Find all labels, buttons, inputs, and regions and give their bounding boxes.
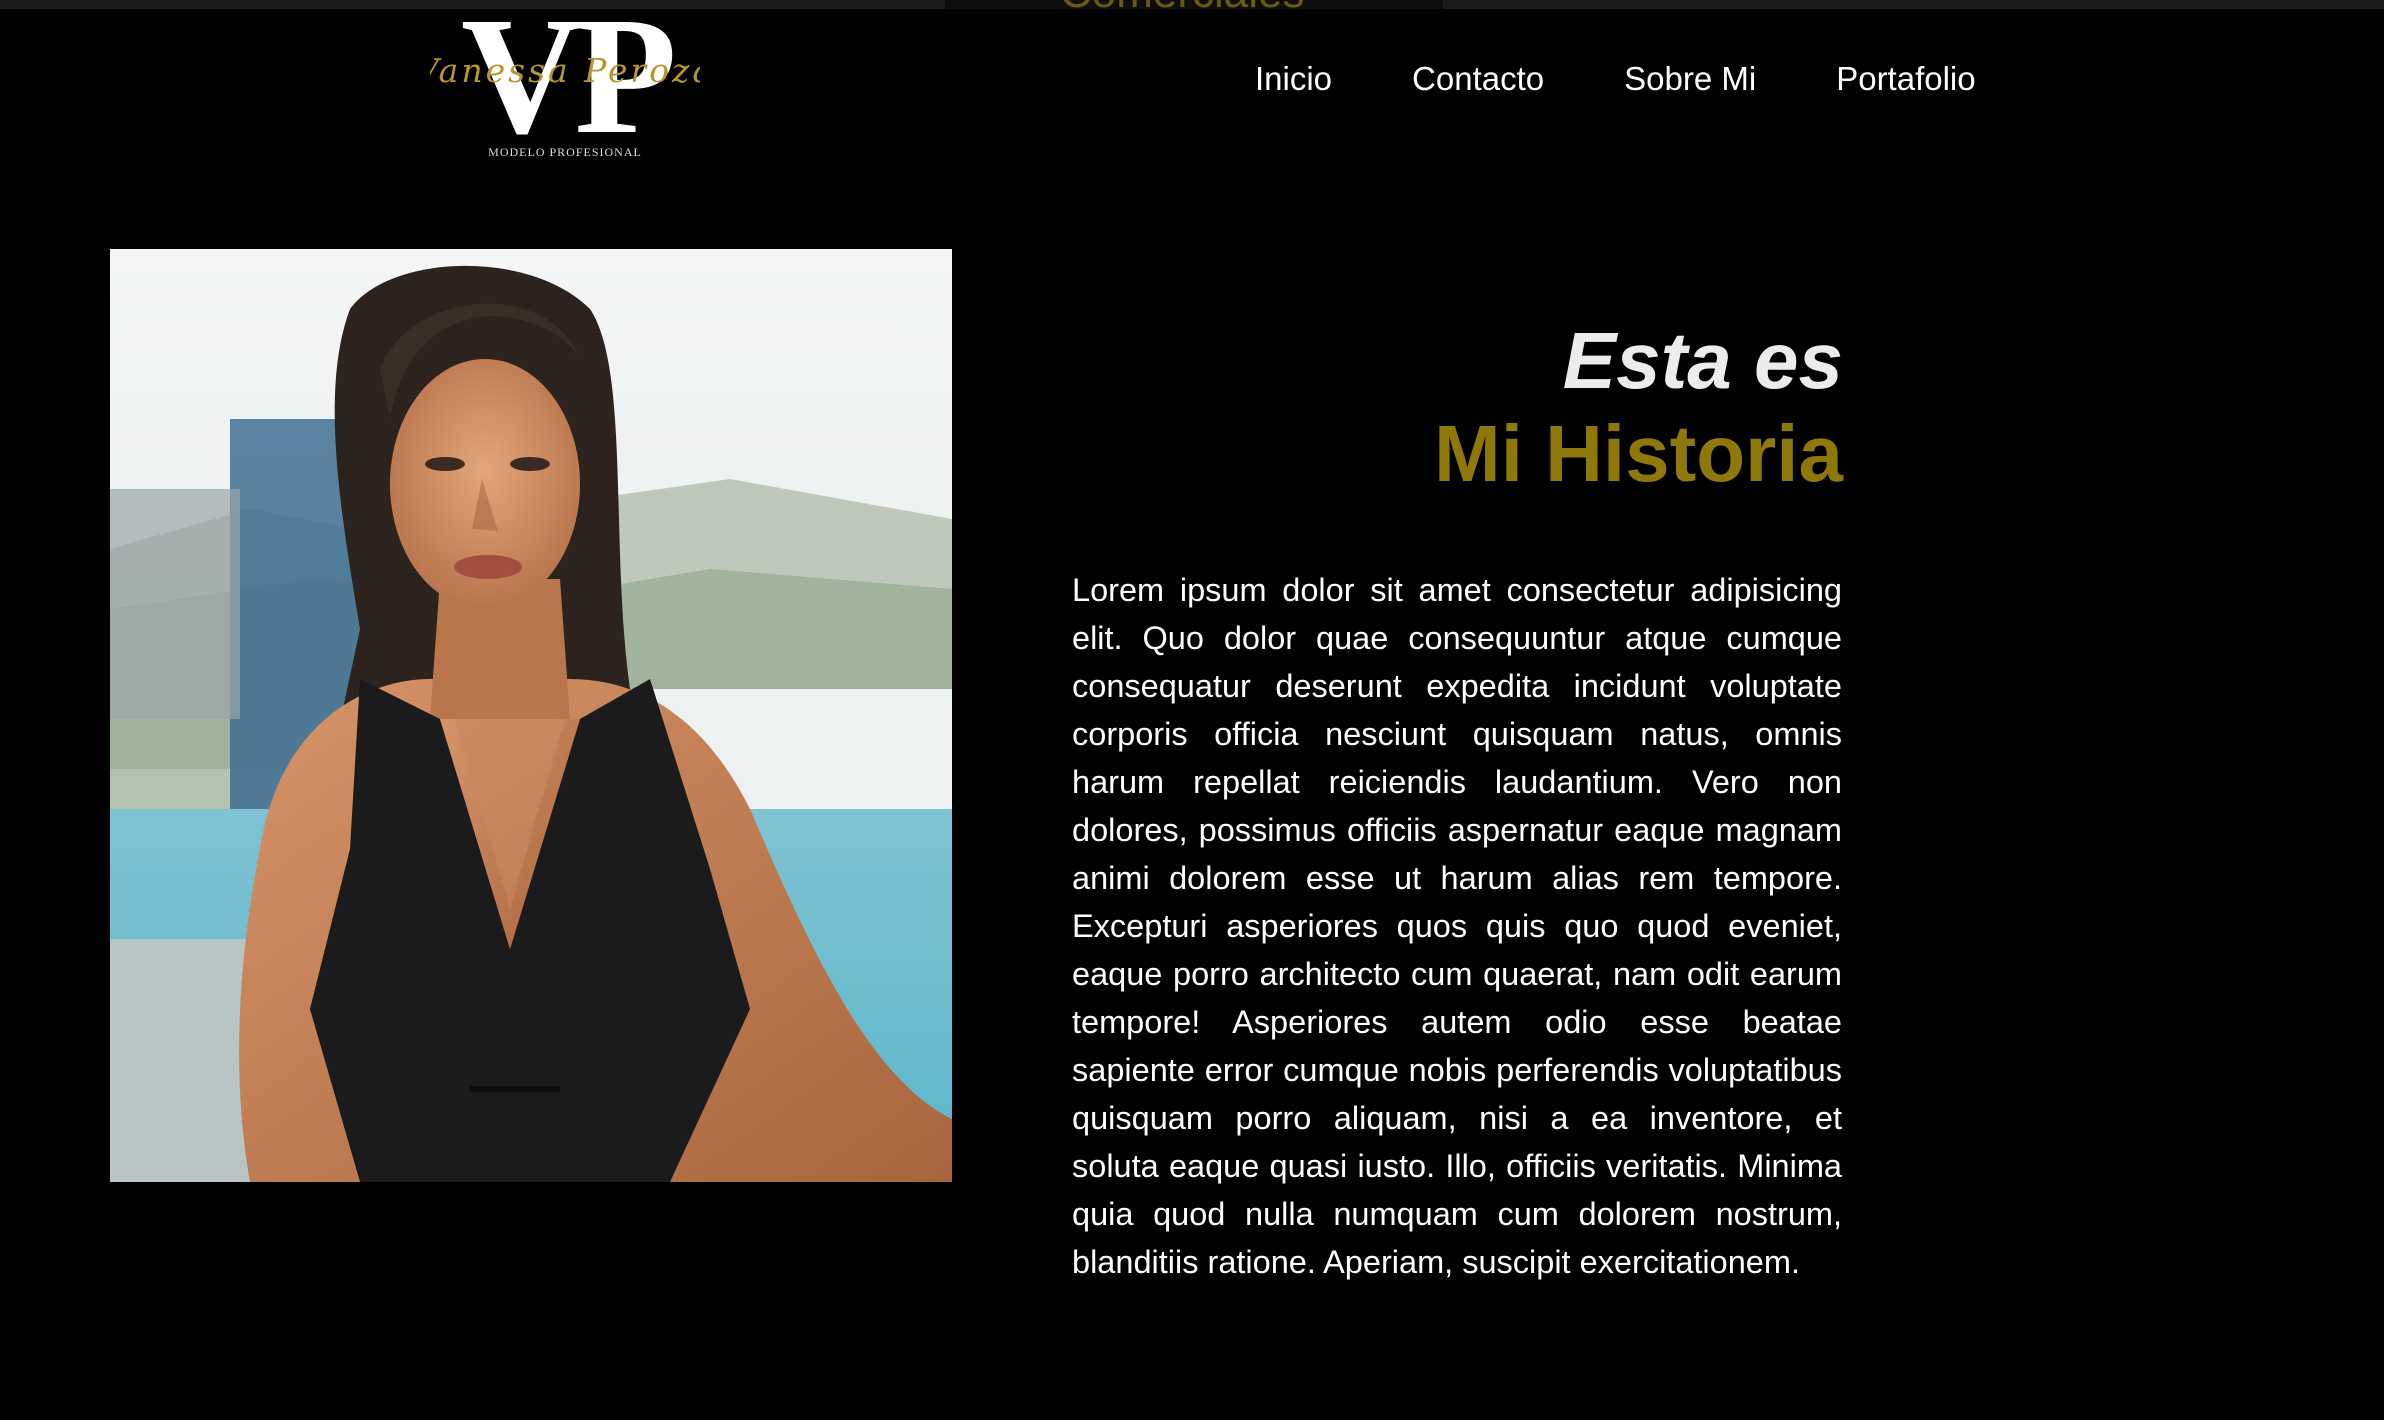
about-heading-line2: Mi Historia <box>1434 409 1843 498</box>
nav-link-portafolio[interactable]: Portafolio <box>1836 60 1975 98</box>
about-heading-line1: Esta es <box>1562 316 1843 405</box>
nav-link-inicio[interactable]: Inicio <box>1255 60 1332 98</box>
profile-photo <box>110 249 952 1182</box>
logo-tagline: MODELO PROFESIONAL <box>488 145 642 159</box>
nav-link-sobre-mi[interactable]: Sobre Mi <box>1624 60 1756 98</box>
model-portrait-image <box>110 249 952 1182</box>
about-body-text: Lorem ipsum dolor sit amet consectetur a… <box>1072 572 1842 1280</box>
nav-link-contacto[interactable]: Contacto <box>1412 60 1544 98</box>
previous-section-title: Comerciales <box>1060 0 1305 18</box>
logo-name: Vanessa Peroza <box>430 51 700 90</box>
main-nav: Inicio Contacto Sobre Mi Portafolio <box>1255 60 1976 98</box>
brand-logo[interactable]: VP Vanessa Peroza MODELO PROFESIONAL <box>430 0 700 162</box>
